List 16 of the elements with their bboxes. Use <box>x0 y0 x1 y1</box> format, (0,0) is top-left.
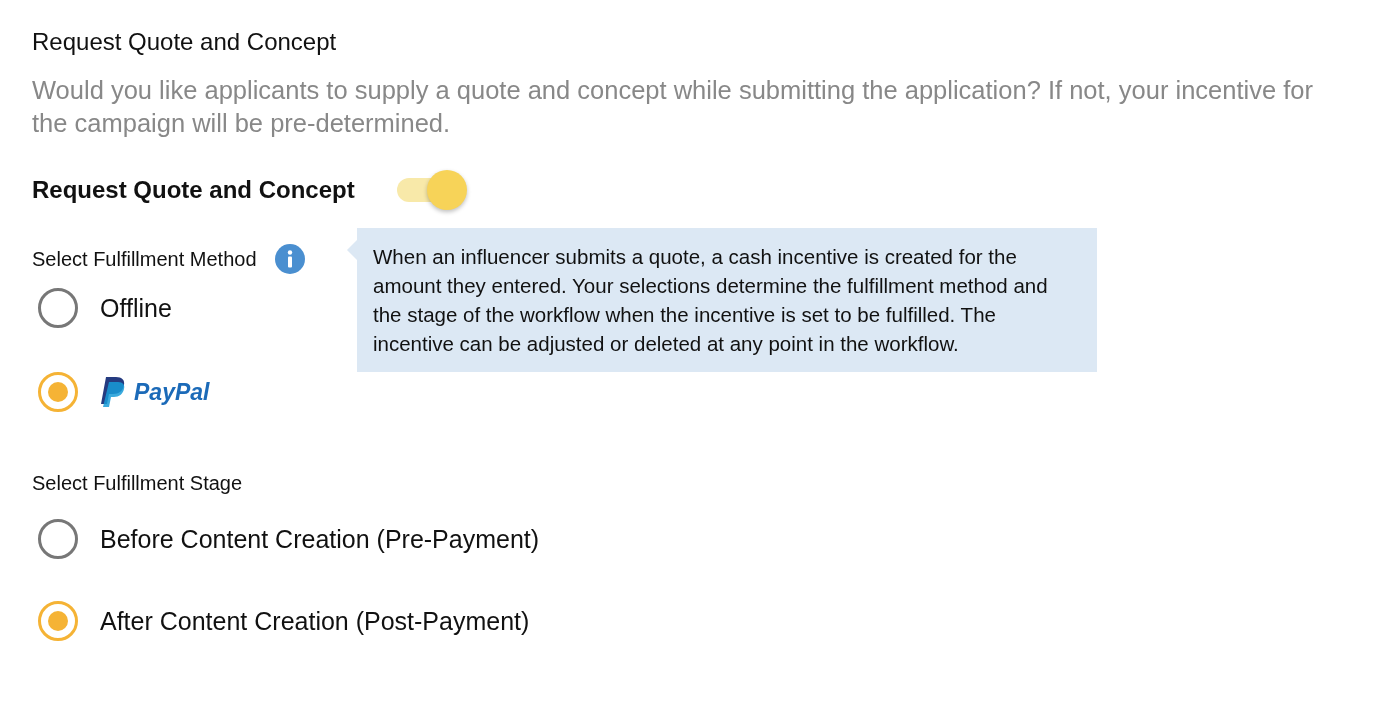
radio-button[interactable] <box>38 601 78 641</box>
tooltip: When an influencer submits a quote, a cash incentive is created for the amount they entered. Your selections determine the fulfillment method and the stage of the workflow when the incentive is set to be fulfilled. The incentive can be adjusted or deleted at any point in the workflow. <box>347 228 1097 372</box>
option-label: Offline <box>100 293 172 323</box>
info-icon[interactable] <box>274 244 305 274</box>
option-label: Before Content Creation (Pre-Payment) <box>100 524 540 554</box>
radio-button[interactable] <box>38 288 78 328</box>
radio-button[interactable] <box>38 372 78 412</box>
toggle-label: Request Quote and Concept <box>32 176 355 204</box>
radio-button[interactable] <box>38 519 78 559</box>
field-label: Select Fulfillment Method <box>32 247 257 271</box>
paypal-label: PayPal <box>134 378 210 406</box>
section-description: Would you like applicants to supply a quote and concept while submitting the application? If not, your incentive for the campaign will be pre-determined. <box>32 75 1314 139</box>
section-title: Request Quote and Concept <box>32 28 338 56</box>
paypal-logo-icon <box>100 376 126 408</box>
option-label: After Content Creation (Post-Payment) <box>100 606 530 636</box>
field-label: Select Fulfillment Stage <box>32 472 243 495</box>
